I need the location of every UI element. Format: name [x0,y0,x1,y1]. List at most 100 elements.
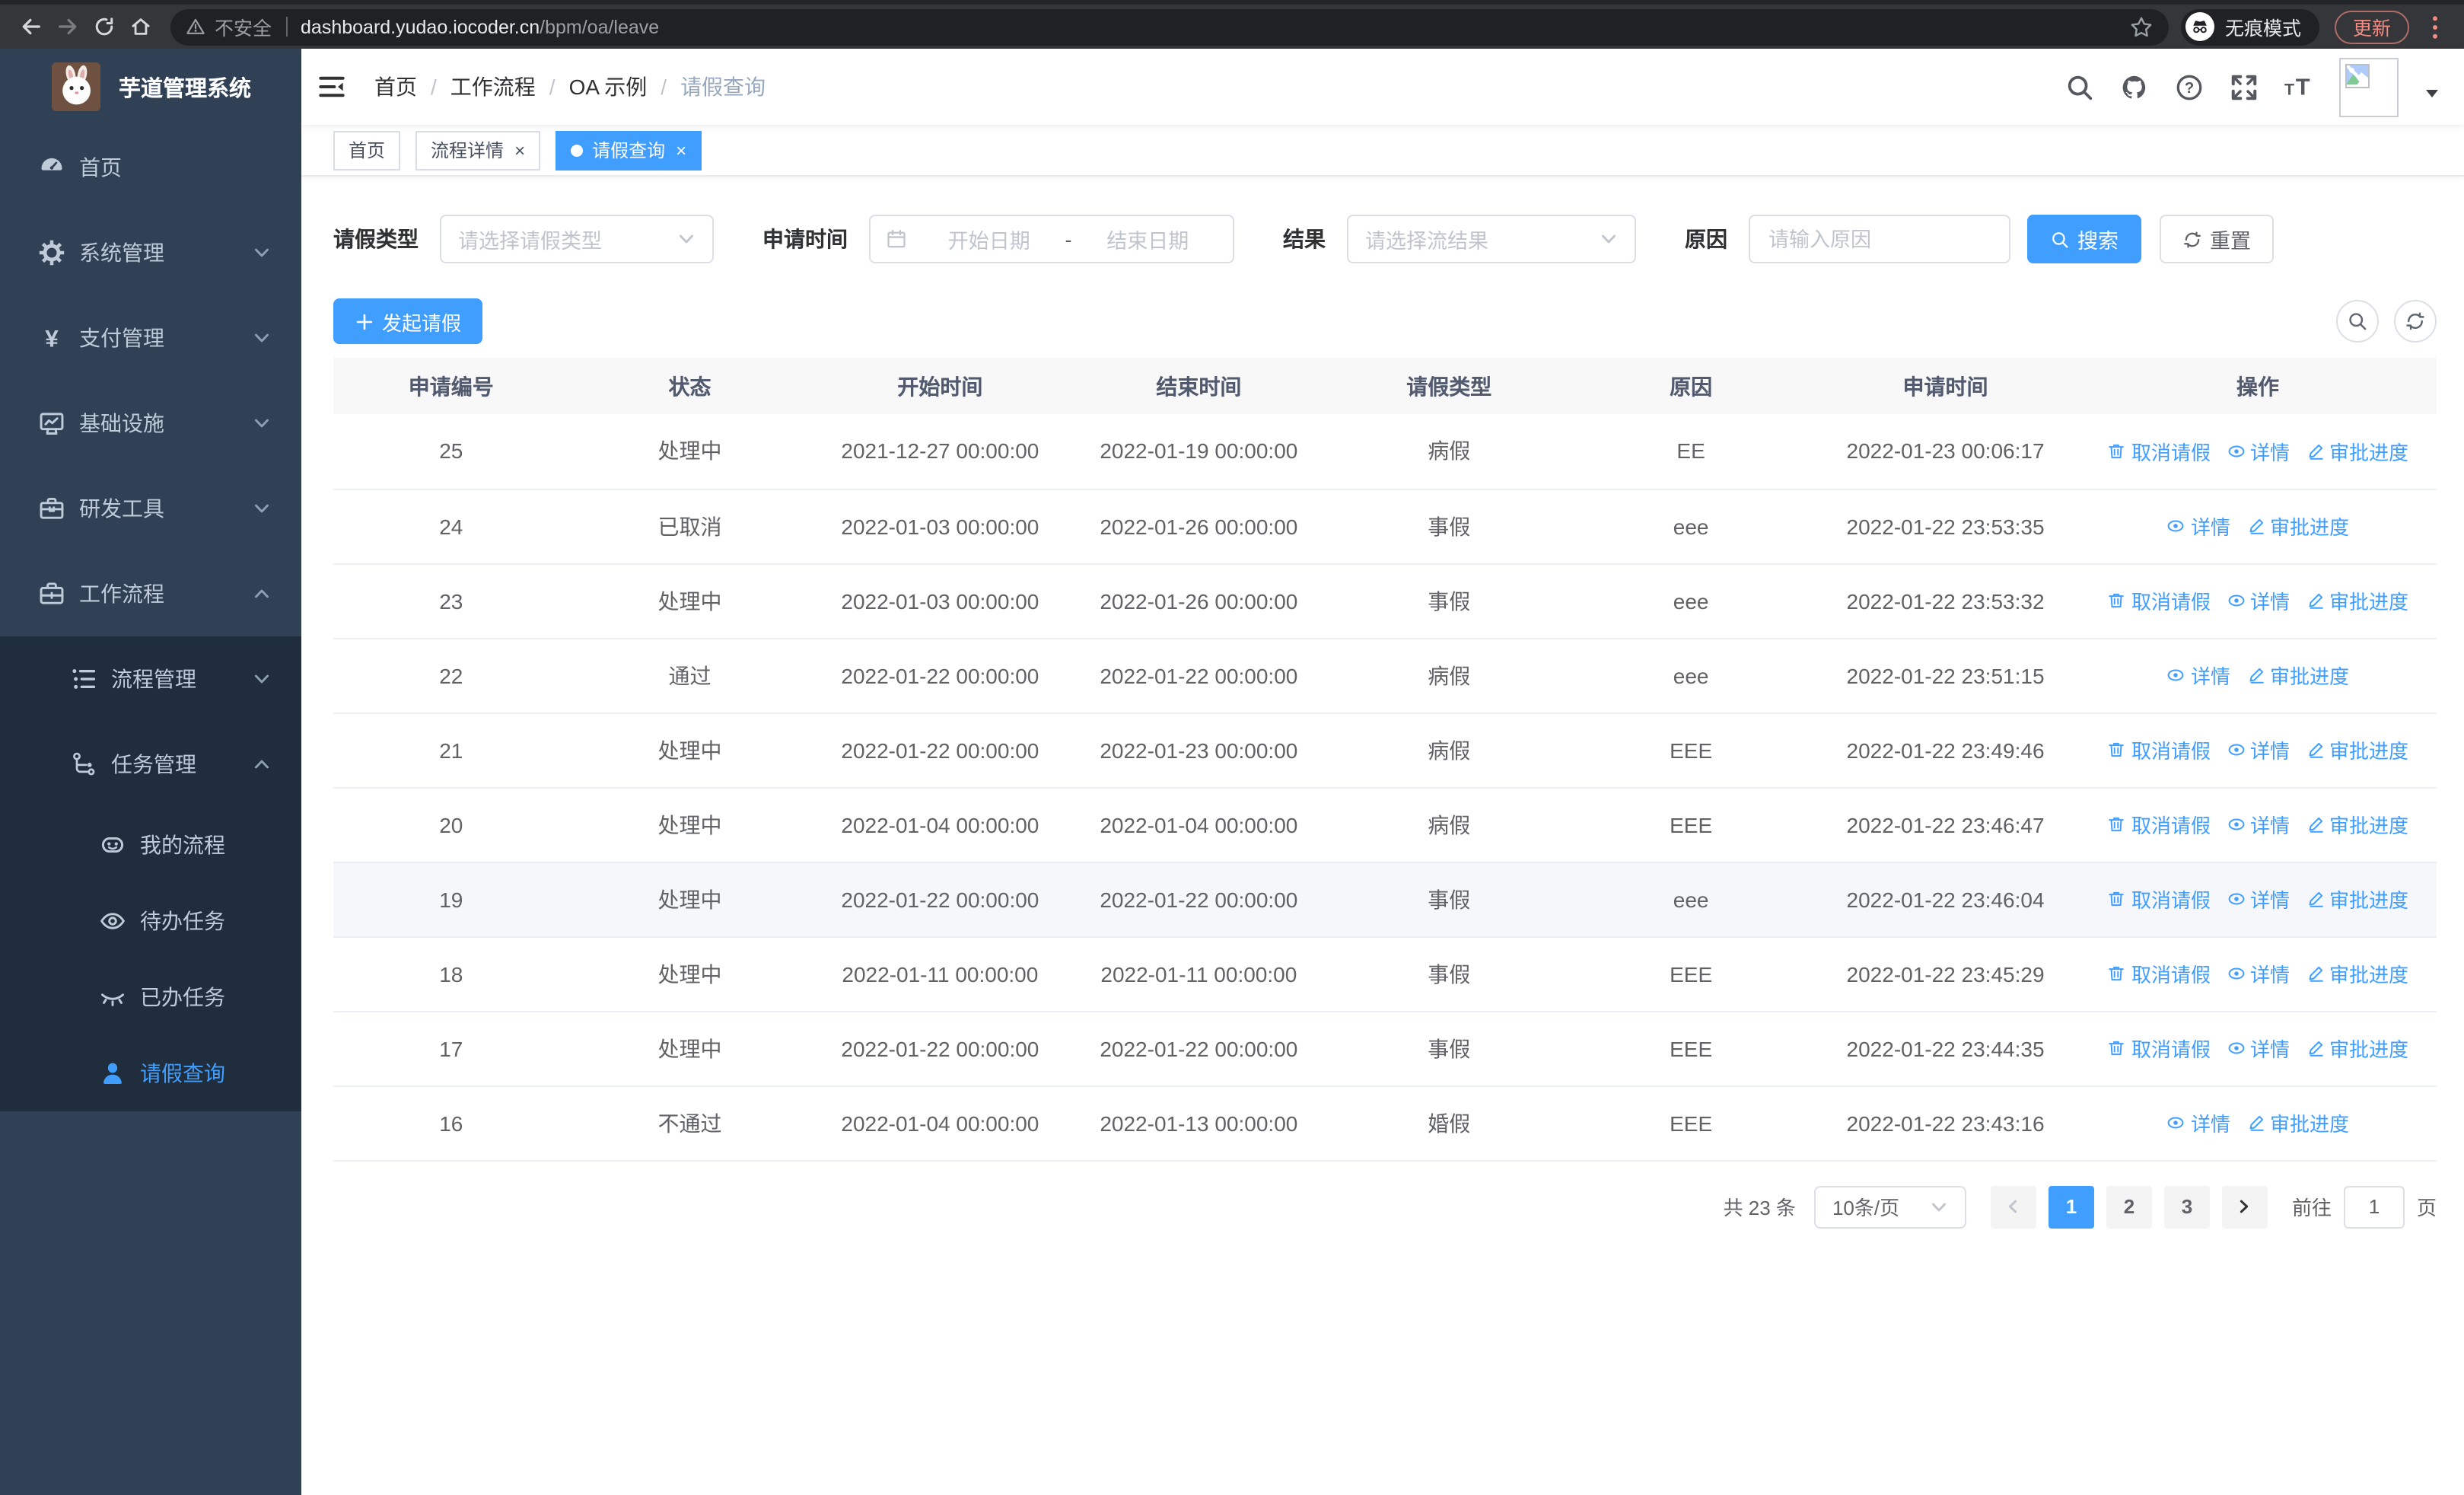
cell-end: 2022-01-22 00:00:00 [1069,1011,1329,1086]
bookmark-star-icon[interactable] [2129,14,2154,39]
sidebar-item-5[interactable]: 工作流程 [0,551,301,636]
tab-流程详情[interactable]: 流程详情 × [415,130,541,170]
action-detail[interactable]: 详情 [2166,1108,2230,1137]
action-detail[interactable]: 详情 [2226,735,2290,764]
action-progress[interactable]: 审批进度 [2305,735,2408,764]
action-detail[interactable]: 详情 [2226,959,2290,988]
action-progress[interactable]: 审批进度 [2246,512,2349,540]
sidebar-item-1[interactable]: 系统管理 [0,210,301,295]
cell-status: 处理中 [568,862,811,937]
action-cancel[interactable]: 取消请假 [2107,959,2211,988]
action-detail[interactable]: 详情 [2226,810,2290,839]
result-select[interactable]: 请选择流结果 [1347,215,1636,263]
action-progress[interactable]: 审批进度 [2305,810,2408,839]
close-icon[interactable]: × [676,141,686,159]
cell-start: 2022-01-22 00:00:00 [810,862,1070,937]
action-label: 取消请假 [2131,964,2211,987]
leave-type-select[interactable]: 请选择请假类型 [440,215,714,263]
browser-menu-button[interactable] [2421,10,2449,43]
action-cancel[interactable]: 取消请假 [2107,735,2211,764]
sidebar-item-9[interactable]: 待办任务 [0,883,301,959]
tab-首页[interactable]: 首页 [333,130,401,170]
page-content: 请假类型 请选择请假类型 申请时间 开始日期 - 结束日期 结果 请选择流结果 … [301,177,2464,1495]
avatar[interactable] [2339,57,2399,116]
sidebar-item-2[interactable]: ¥ 支付管理 [0,295,301,381]
show-search-button[interactable] [2336,300,2379,343]
action-detail[interactable]: 详情 [2226,885,2290,913]
sidebar-item-11[interactable]: 请假查询 [0,1035,301,1111]
address-bar[interactable]: 不安全 dashboard.yudao.iocoder.cn /bpm/oa/l… [170,8,2169,45]
search-button[interactable]: 搜索 [2027,215,2141,263]
collapse-sidebar-button[interactable] [301,49,362,125]
header-search-icon[interactable] [2065,72,2094,101]
column-header: 操作 [2079,358,2437,414]
browser-toolbar: 不安全 dashboard.yudao.iocoder.cn /bpm/oa/l… [0,0,2464,49]
tag-label: 流程详情 [431,140,505,161]
action-progress[interactable]: 审批进度 [2305,586,2408,615]
action-progress[interactable]: 审批进度 [2305,1034,2408,1063]
breadcrumb-item[interactable]: OA 示例 [569,72,648,102]
action-label: 详情 [2250,889,2291,912]
action-progress[interactable]: 审批进度 [2246,661,2349,690]
fullscreen-icon[interactable] [2230,72,2259,101]
apply-time-range-picker[interactable]: 开始日期 - 结束日期 [869,215,1234,263]
reset-button[interactable]: 重置 [2160,215,2274,263]
github-icon[interactable] [2120,72,2149,101]
sidebar-item-label: 任务管理 [111,752,196,776]
sidebar-item-4[interactable]: 研发工具 [0,466,301,551]
help-icon[interactable]: ? [2175,72,2204,101]
search-icon [2050,229,2070,249]
page-button-1[interactable]: 1 [2048,1185,2094,1228]
action-cancel[interactable]: 取消请假 [2107,437,2211,466]
action-progress[interactable]: 审批进度 [2246,1108,2349,1137]
action-progress[interactable]: 审批进度 [2305,959,2408,988]
refresh-table-button[interactable] [2394,300,2437,343]
action-label: 详情 [2250,1038,2291,1061]
next-page-button[interactable] [2221,1185,2268,1228]
browser-update-button[interactable]: 更新 [2334,10,2409,43]
action-detail[interactable]: 详情 [2226,1034,2290,1063]
cell-reason: EE [1570,414,1813,489]
browser-reload-button[interactable] [85,8,122,45]
sidebar-item-6[interactable]: 流程管理 [0,636,301,722]
action-detail[interactable]: 详情 [2226,437,2290,466]
breadcrumb-item[interactable]: 首页 [374,72,417,102]
sidebar-item-8[interactable]: 我的流程 [0,807,301,883]
goto-page-input[interactable] [2343,1185,2405,1228]
action-detail[interactable]: 详情 [2166,661,2230,690]
action-label: 详情 [2250,441,2291,464]
action-cancel[interactable]: 取消请假 [2107,885,2211,913]
action-label: 取消请假 [2131,591,2211,614]
page-size-select[interactable]: 10条/页 [1813,1185,1966,1228]
sidebar-item-7[interactable]: 任务管理 [0,722,301,807]
browser-home-button[interactable] [122,8,158,45]
app-logo-row[interactable]: 芋道管理系统 [0,49,301,125]
action-progress[interactable]: 审批进度 [2305,885,2408,913]
breadcrumb-item[interactable]: 工作流程 [450,72,536,102]
action-label: 取消请假 [2131,814,2211,837]
action-progress[interactable]: 审批进度 [2305,437,2408,466]
browser-back-button[interactable] [12,8,49,45]
reason-input[interactable] [1749,215,2010,263]
font-size-icon[interactable]: TT [2284,72,2313,101]
sidebar-item-label: 请假查询 [140,1061,225,1085]
sidebar-item-10[interactable]: 已办任务 [0,959,301,1035]
eye-icon [2166,516,2186,536]
tab-请假查询[interactable]: 请假查询 × [556,130,702,170]
browser-forward-button[interactable] [49,8,85,45]
action-cancel[interactable]: 取消请假 [2107,586,2211,615]
page-button-3[interactable]: 3 [2163,1185,2210,1228]
create-leave-button[interactable]: 发起请假 [333,298,483,344]
close-icon[interactable]: × [514,141,525,159]
sidebar-item-0[interactable]: 首页 [0,125,301,210]
prev-page-button[interactable] [1990,1185,2036,1228]
sidebar-item-3[interactable]: 基础设施 [0,381,301,466]
cell-type: 病假 [1328,638,1571,713]
action-cancel[interactable]: 取消请假 [2107,1034,2211,1063]
action-label: 详情 [2190,1113,2230,1136]
action-detail[interactable]: 详情 [2226,586,2290,615]
action-detail[interactable]: 详情 [2166,512,2230,540]
avatar-caret-down-icon[interactable] [2424,85,2440,100]
action-cancel[interactable]: 取消请假 [2107,810,2211,839]
page-button-2[interactable]: 2 [2106,1185,2152,1228]
